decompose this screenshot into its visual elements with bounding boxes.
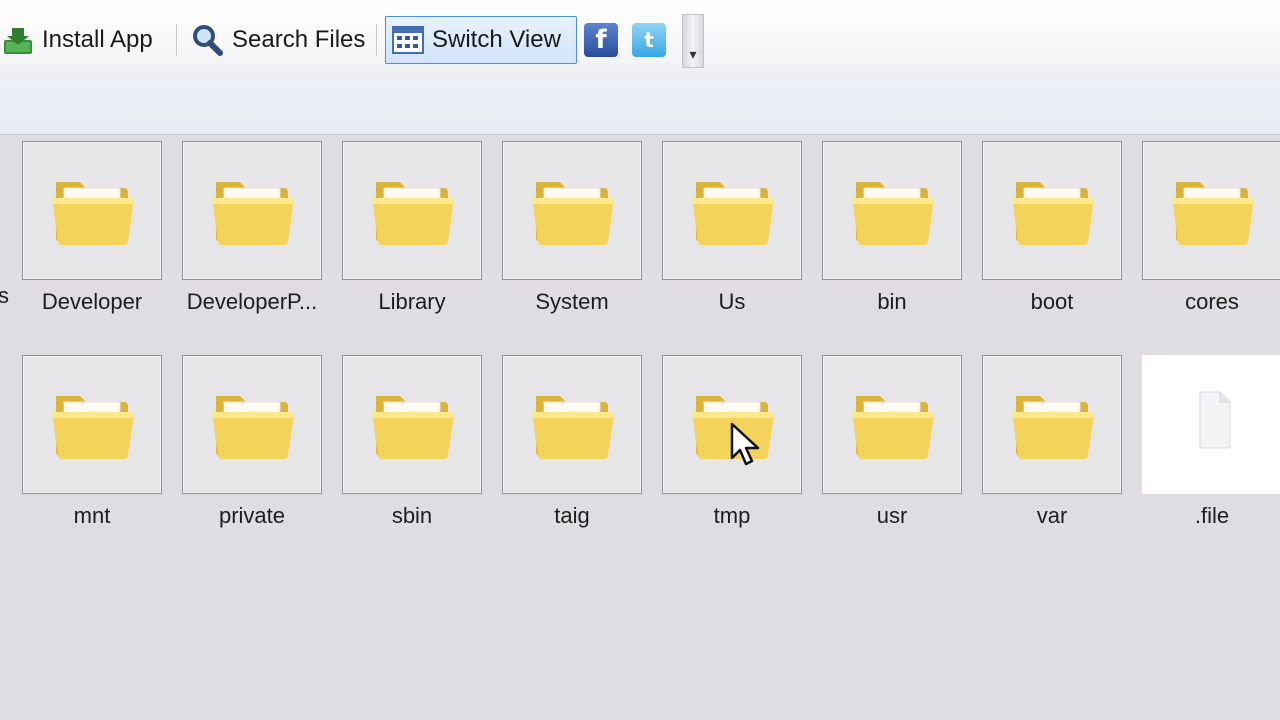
twitter-glyph: t (644, 28, 654, 52)
address-bar[interactable] (0, 80, 1280, 135)
item-label: taig (554, 503, 590, 528)
folder-item[interactable]: cores (1142, 141, 1280, 321)
folder-item[interactable]: System (502, 141, 642, 321)
item-thumbnail (502, 141, 642, 280)
item-thumbnail (22, 141, 162, 280)
mouse-cursor-icon (730, 422, 760, 466)
facebook-icon[interactable]: f (584, 23, 618, 57)
file-item[interactable]: .file (1142, 355, 1280, 535)
item-label: bin (877, 289, 907, 314)
item-thumbnail (982, 141, 1122, 280)
item-thumbnail (982, 355, 1122, 494)
folder-item[interactable]: usr (822, 355, 962, 535)
folder-item[interactable]: Developer (22, 141, 162, 321)
item-thumbnail (502, 355, 642, 494)
item-label: Developer (41, 289, 143, 314)
install-icon (4, 28, 32, 54)
search-files-label: Search Files (232, 26, 366, 53)
item-label: private (218, 503, 286, 528)
item-thumbnail (342, 141, 482, 280)
item-thumbnail (1142, 141, 1280, 280)
search-files-button[interactable]: Search Files (190, 16, 365, 64)
item-thumbnail (822, 141, 962, 280)
folder-item[interactable]: mnt (22, 355, 162, 535)
item-label: boot (1030, 289, 1074, 314)
folder-icon (1012, 182, 1094, 246)
folder-icon (852, 396, 934, 460)
item-thumbnail (22, 355, 162, 494)
folder-icon (212, 182, 294, 246)
folder-item[interactable]: Library (342, 141, 482, 321)
search-icon (193, 25, 223, 56)
file-icon (1199, 391, 1231, 449)
folder-item[interactable]: var (982, 355, 1122, 535)
item-thumbnail (662, 141, 802, 280)
folder-item[interactable]: private (182, 355, 322, 535)
item-thumbnail (182, 355, 322, 494)
item-label: DeveloperP... (186, 289, 318, 314)
folder-icon (52, 182, 134, 246)
toolbar: Install App Search Files Switch View f t… (0, 0, 1280, 80)
file-grid: s Developer DeveloperP... Library System Us b… (0, 135, 1280, 720)
item-thumbnail (342, 355, 482, 494)
chevron-down-icon: ▾ (689, 46, 697, 62)
facebook-glyph: f (595, 25, 607, 55)
item-label: sbin (391, 503, 433, 528)
item-label: var (1036, 503, 1068, 528)
folder-icon (372, 182, 454, 246)
folder-icon (852, 182, 934, 246)
install-app-button[interactable]: Install App (0, 16, 153, 64)
folder-icon (1172, 182, 1254, 246)
partial-item-label: s (0, 283, 9, 308)
toolbar-separator (176, 24, 177, 56)
folder-icon (52, 396, 134, 460)
switch-view-label: Switch View (432, 26, 561, 53)
twitter-icon[interactable]: t (632, 23, 666, 57)
grid-view-icon (392, 26, 424, 54)
item-label: mnt (73, 503, 111, 528)
item-label: usr (876, 503, 908, 528)
item-thumbnail (822, 355, 962, 494)
folder-item[interactable]: bin (822, 141, 962, 321)
item-label: Us (718, 289, 746, 314)
folder-icon (212, 396, 294, 460)
item-label: cores (1185, 289, 1239, 314)
folder-item[interactable]: boot (982, 141, 1122, 321)
folder-item[interactable]: sbin (342, 355, 482, 535)
toolbar-separator (376, 24, 377, 56)
folder-icon (372, 396, 454, 460)
item-label: tmp (713, 503, 751, 528)
folder-icon (532, 182, 614, 246)
toolbar-overflow-button[interactable]: ▾ (682, 14, 704, 68)
item-label: System (535, 289, 609, 314)
item-thumbnail (1142, 355, 1280, 494)
folder-icon (532, 396, 614, 460)
item-thumbnail (182, 141, 322, 280)
folder-icon (692, 182, 774, 246)
install-app-label: Install App (42, 26, 153, 53)
folder-item[interactable]: taig (502, 355, 642, 535)
item-label: Library (378, 289, 446, 314)
switch-view-button[interactable]: Switch View (385, 16, 577, 64)
item-label: .file (1194, 503, 1230, 528)
folder-item[interactable]: DeveloperP... (182, 141, 322, 321)
folder-icon (1012, 396, 1094, 460)
folder-item[interactable]: Us (662, 141, 802, 321)
